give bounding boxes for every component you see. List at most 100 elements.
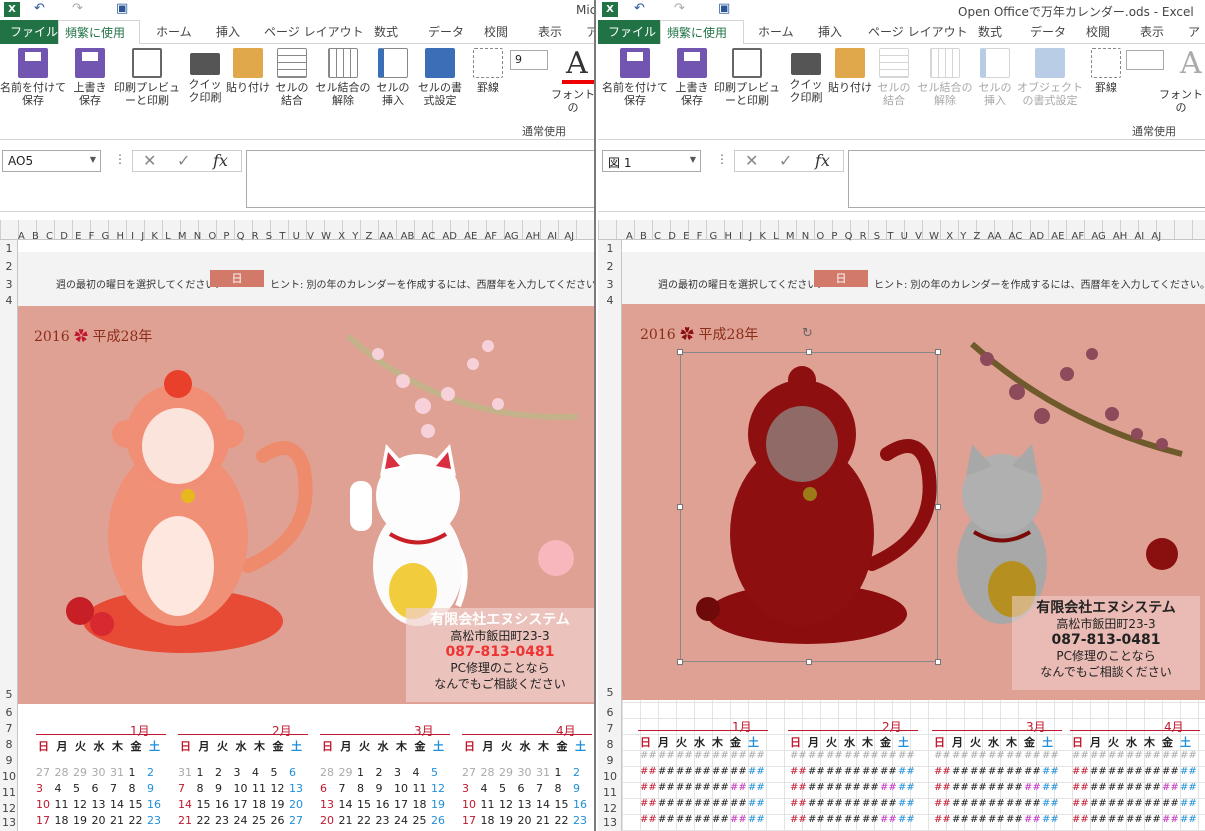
tab-insert[interactable]: 挿入 <box>812 20 848 44</box>
week-prompt: 週の最初の曜日を選択してください: <box>658 280 821 291</box>
formula-input[interactable] <box>246 150 594 208</box>
tab-formulas[interactable]: 数式 <box>368 20 404 44</box>
enter-icon[interactable]: ✓ <box>779 151 792 171</box>
print-preview-button[interactable]: 印刷プレビューと印刷 <box>712 48 782 107</box>
weekday-header: 火 <box>1108 736 1119 749</box>
merge-cells-button[interactable]: セルの結合 <box>274 48 310 107</box>
undo-icon[interactable]: ↶ <box>34 1 45 16</box>
name-box[interactable]: AO5 <box>2 150 101 172</box>
day-cell: 10 <box>394 782 408 795</box>
tab-data[interactable]: データ <box>422 20 470 44</box>
excel-icon: X <box>602 2 618 17</box>
save-as-button[interactable]: 名前を付けて保存 <box>602 48 668 107</box>
resize-handle[interactable] <box>806 349 812 355</box>
day-cell: 8 <box>554 782 562 795</box>
tab-page-layout[interactable]: ページ レイアウト <box>258 20 370 44</box>
function-icon[interactable]: fx <box>213 151 228 171</box>
day-cell: 23 <box>147 814 161 827</box>
insert-cells-button[interactable]: セルの挿入 <box>376 48 410 107</box>
weekday-header: 日 <box>180 740 191 753</box>
worksheet[interactable]: A B C D E F G H I J K L M N O P Q R S T … <box>598 212 1205 831</box>
weekday-header: 火 <box>217 740 228 753</box>
resize-handle[interactable] <box>935 349 941 355</box>
resize-handle[interactable] <box>935 659 941 665</box>
day-cell: 30 <box>91 766 106 779</box>
quick-access-icon[interactable]: ▣ <box>116 1 128 16</box>
name-box[interactable]: 図 1 <box>602 150 701 172</box>
day-cell: 3 <box>462 782 469 795</box>
tab-page-layout[interactable]: ページ レイアウト <box>862 20 974 44</box>
resize-handle[interactable] <box>677 349 683 355</box>
font-size-select[interactable] <box>1126 50 1164 70</box>
font-size-select[interactable]: 9 <box>510 50 548 70</box>
tab-file[interactable]: ファイル <box>598 20 667 44</box>
day-cell: ## <box>898 814 915 825</box>
tab-more[interactable]: ア <box>580 20 594 44</box>
format-cells-button[interactable]: セルの書式設定 <box>414 48 466 107</box>
day-cell: ## <box>1180 766 1197 777</box>
merge-cells-button[interactable]: セルの結合 <box>876 48 912 107</box>
print-preview-button[interactable]: 印刷プレビューと印刷 <box>112 48 182 107</box>
border-button[interactable]: 罫線 <box>470 48 506 94</box>
tab-more[interactable]: ア <box>1182 20 1205 44</box>
day-cell: ## <box>808 750 825 761</box>
function-icon[interactable]: fx <box>815 151 830 171</box>
quick-print-button[interactable]: クイック印刷 <box>186 48 224 104</box>
tab-view[interactable]: 表示 <box>532 20 568 44</box>
tab-view[interactable]: 表示 <box>1134 20 1170 44</box>
paste-button[interactable]: 貼り付け <box>226 48 270 94</box>
undo-icon[interactable]: ↶ <box>634 1 645 16</box>
cancel-icon[interactable]: ✕ <box>745 151 758 171</box>
tab-frequent[interactable]: 頻繁に使用 <box>58 20 140 45</box>
format-object-button[interactable]: オブジェクトの書式設定 <box>1016 48 1084 107</box>
formula-input[interactable] <box>848 150 1205 208</box>
weekday-header: 水 <box>694 736 705 749</box>
enter-icon[interactable]: ✓ <box>177 151 190 171</box>
redo-icon[interactable]: ↷ <box>72 1 83 16</box>
day-cell: 31 <box>110 766 124 779</box>
week-start-select[interactable]: 日 <box>210 270 264 287</box>
plum-blossoms <box>372 340 504 438</box>
save-as-button[interactable]: 名前を付けて保存 <box>0 48 66 107</box>
tab-review[interactable]: 校閲 <box>1080 20 1116 44</box>
tab-insert[interactable]: 挿入 <box>210 20 246 44</box>
quick-print-button[interactable]: クイック印刷 <box>786 48 826 104</box>
save-button[interactable]: 上書き保存 <box>672 48 712 107</box>
tab-formulas[interactable]: 数式 <box>972 20 1008 44</box>
cancel-icon[interactable]: ✕ <box>143 151 156 171</box>
resize-handle[interactable] <box>677 659 683 665</box>
day-cell: 6 <box>289 766 296 779</box>
tab-home[interactable]: ホーム <box>752 20 800 44</box>
quick-access-icon[interactable]: ▣ <box>718 1 730 16</box>
redo-icon[interactable]: ↷ <box>674 1 685 16</box>
font-color-icon[interactable]: A <box>1180 46 1202 81</box>
resize-handle[interactable] <box>677 504 683 510</box>
border-button[interactable]: 罫線 <box>1088 48 1124 94</box>
tab-data[interactable]: データ <box>1024 20 1072 44</box>
worksheet[interactable]: A B C D E F G H I J K L M N O P Q R S T … <box>0 212 594 831</box>
row-headers: 1 2 3 4 5 6 7 8 9 10 11 12 13 <box>0 240 18 831</box>
font-color-icon[interactable]: A <box>566 46 588 81</box>
rotate-icon[interactable]: ↻ <box>802 326 813 341</box>
day-cell: 24 <box>394 814 408 827</box>
save-button[interactable]: 上書き保存 <box>70 48 110 107</box>
company-line2: なんでもご相談ください <box>434 677 566 691</box>
save-as-icon <box>18 48 48 78</box>
selection-frame[interactable] <box>680 352 938 662</box>
day-cell: ## <box>730 766 747 777</box>
weekday-header: 月 <box>482 740 494 753</box>
tab-review[interactable]: 校閲 <box>478 20 514 44</box>
day-cell: 22 <box>554 814 569 827</box>
insert-cells-button[interactable]: セルの挿入 <box>978 48 1012 107</box>
resize-handle[interactable] <box>806 659 812 665</box>
paste-button[interactable]: 貼り付け <box>828 48 872 94</box>
day-cell: ## <box>748 750 765 761</box>
tab-frequent[interactable]: 頻繁に使用 <box>660 20 744 45</box>
unmerge-cells-button[interactable]: セル結合の解除 <box>312 48 374 107</box>
day-cell: ## <box>640 798 657 809</box>
week-start-select[interactable]: 日 <box>814 270 868 287</box>
tab-home[interactable]: ホーム <box>150 20 198 44</box>
resize-handle[interactable] <box>935 504 941 510</box>
day-cell: 6 <box>91 782 99 795</box>
unmerge-cells-button[interactable]: セル結合の解除 <box>914 48 976 107</box>
